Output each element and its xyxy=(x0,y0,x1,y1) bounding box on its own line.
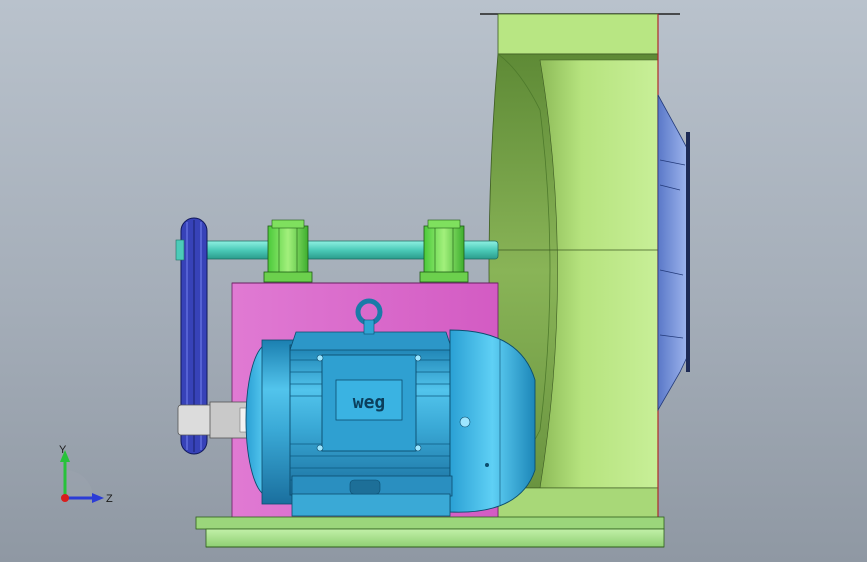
impeller[interactable] xyxy=(657,94,690,412)
fan-assembly-model[interactable]: weg xyxy=(0,0,867,562)
z-axis-label: Z xyxy=(106,493,113,505)
3d-viewport[interactable]: weg Y Z xyxy=(0,0,867,562)
brand-logo: weg xyxy=(353,392,386,413)
y-axis-label: Y xyxy=(59,444,67,456)
bearing-right[interactable] xyxy=(419,219,469,283)
z-arrow-icon xyxy=(92,493,104,503)
orientation-triad[interactable]: Y Z xyxy=(50,440,120,510)
bearing-left[interactable] xyxy=(263,219,313,283)
base-frame[interactable] xyxy=(195,516,665,548)
motor-shaft[interactable] xyxy=(177,401,251,439)
x-axis-dot xyxy=(61,494,69,502)
